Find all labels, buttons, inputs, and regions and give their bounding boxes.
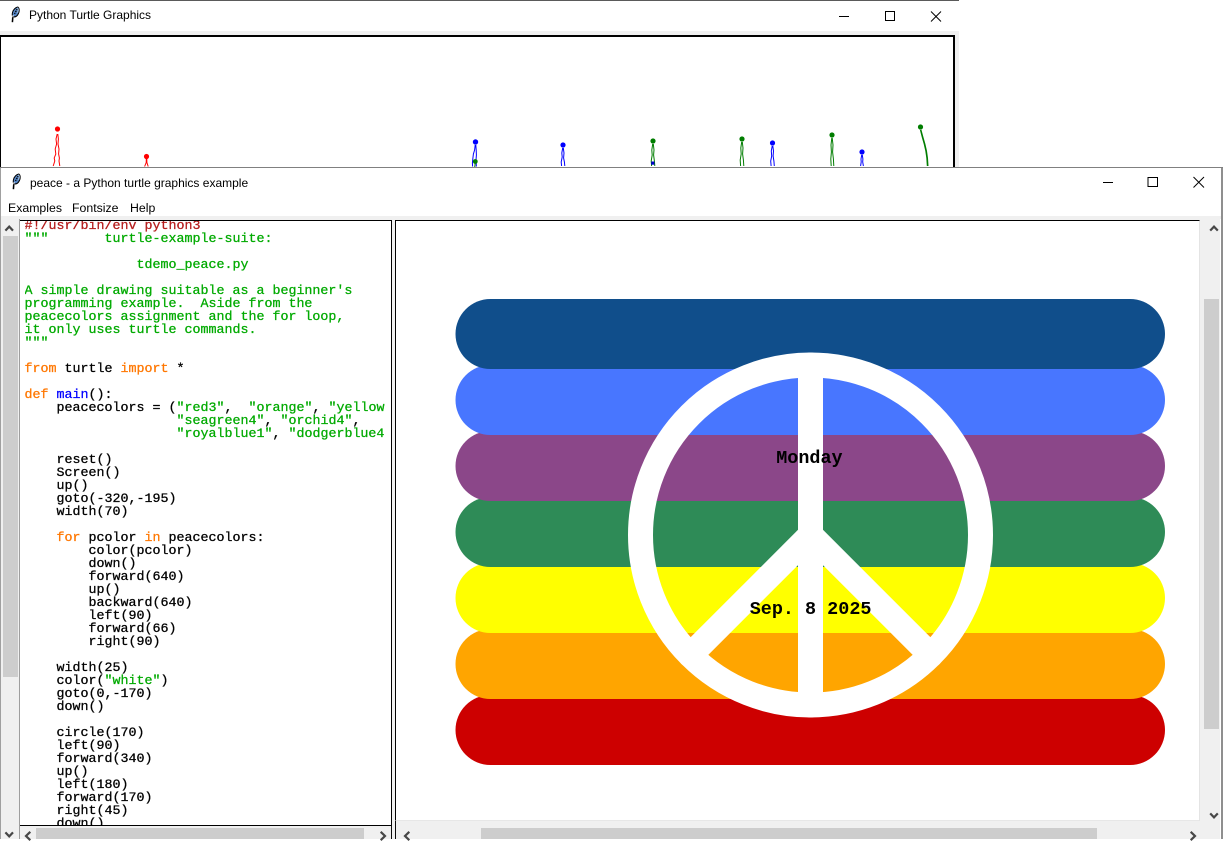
svg-text:Monday: Monday [776, 448, 842, 469]
svg-text:Sep. 8 2025: Sep. 8 2025 [750, 599, 872, 620]
